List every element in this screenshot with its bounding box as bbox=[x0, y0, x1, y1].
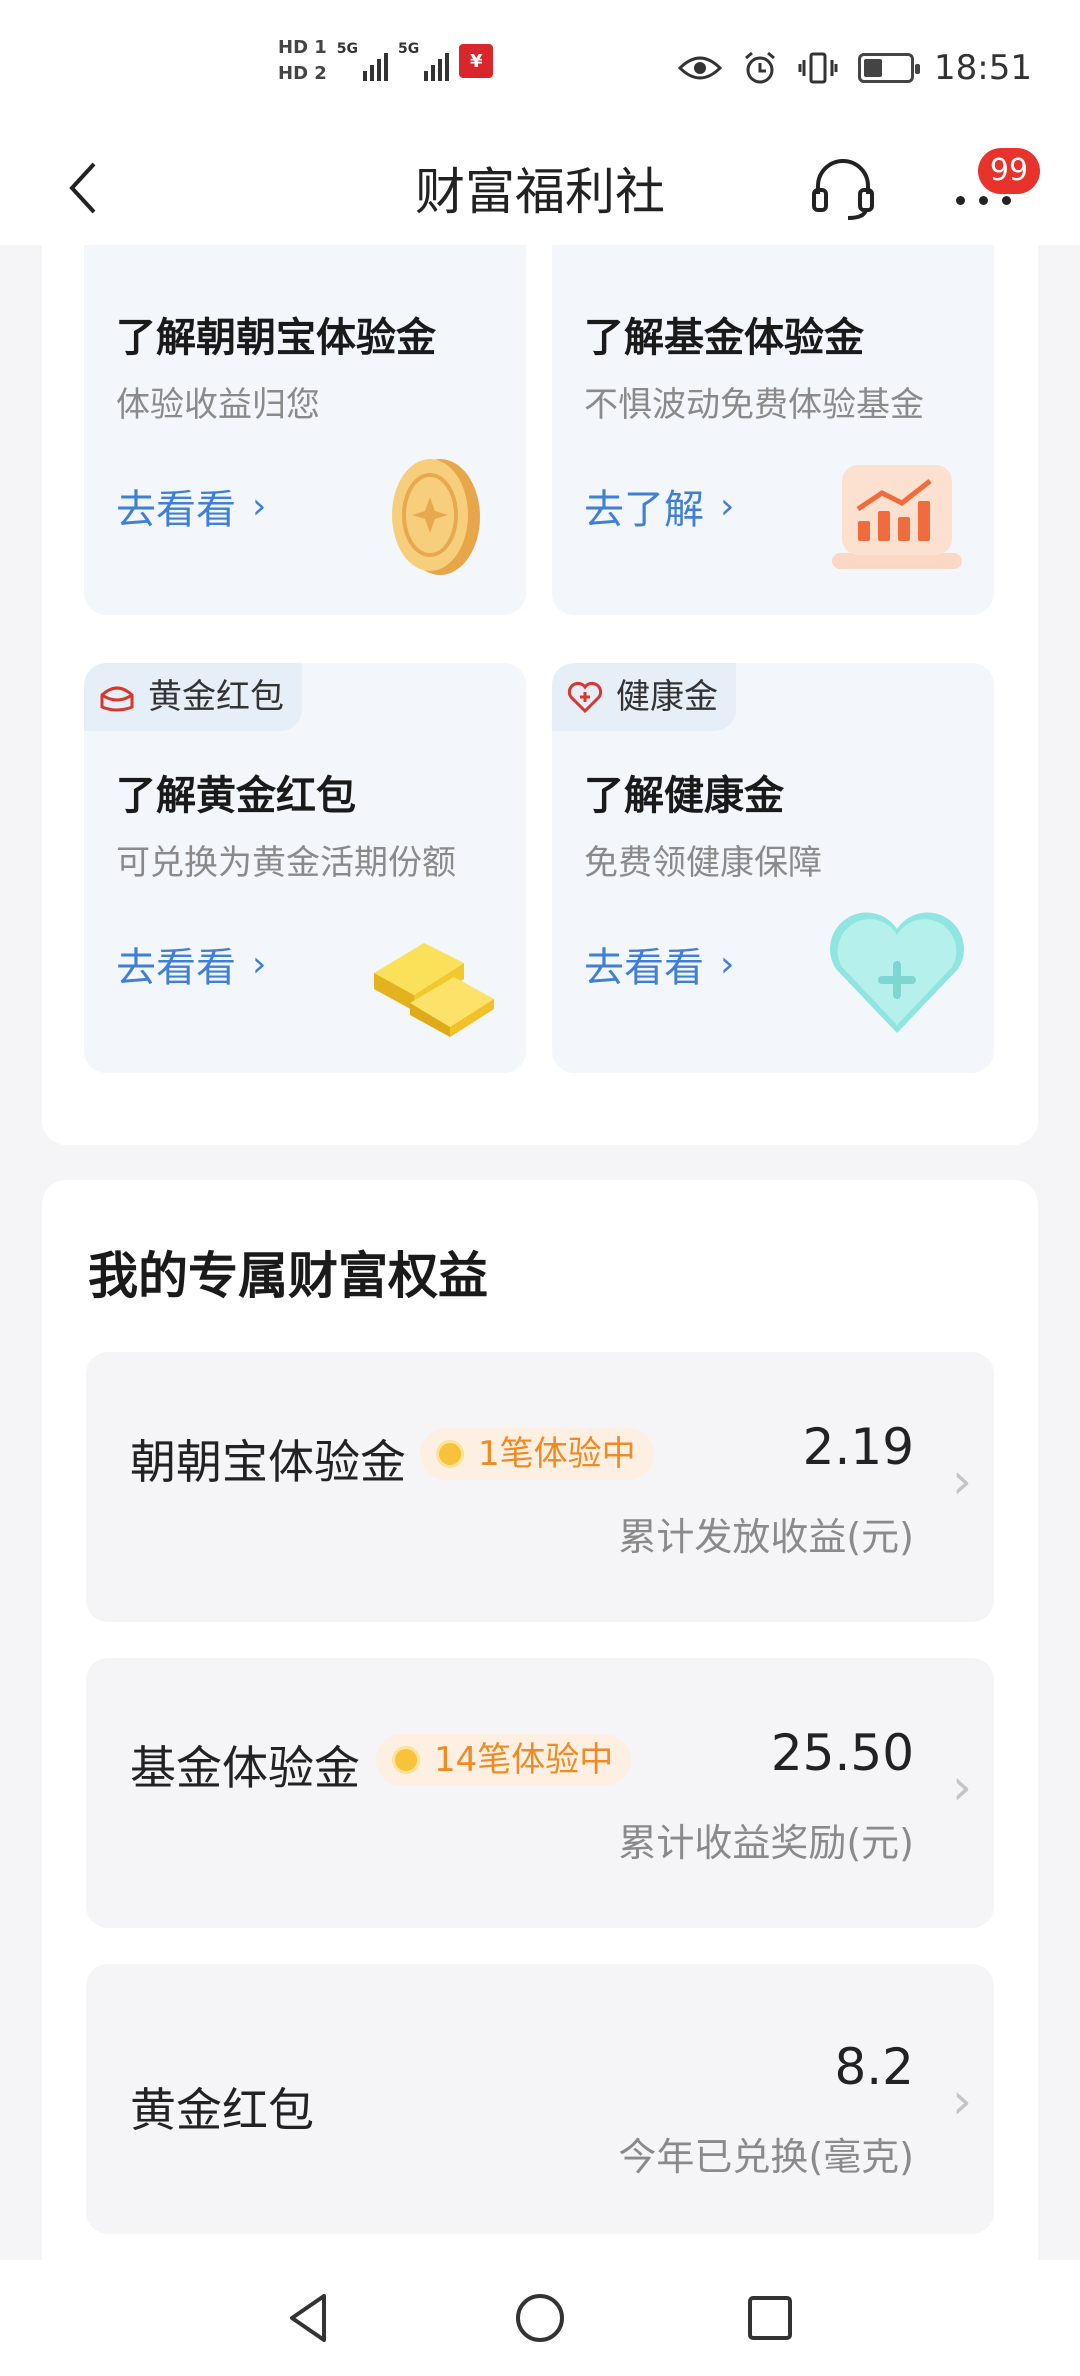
benefit-value: 8.2 bbox=[834, 2038, 914, 2096]
card-health[interactable]: 健康金 了解健康金 免费领健康保障 去看看 › bbox=[552, 663, 994, 1073]
more-menu-button[interactable]: 99 bbox=[950, 148, 1040, 220]
benefit-desc: 今年已兑换(毫克) bbox=[618, 2135, 914, 2179]
scroll-content[interactable]: 了解朝朝宝体验金 体验收益归您 去看看 › 了解基金体验金 不惧波动免费体验基金 … bbox=[0, 245, 1080, 2260]
nav-home-icon[interactable] bbox=[510, 2288, 570, 2348]
card-zhaozhaobao[interactable]: 了解朝朝宝体验金 体验收益归您 去看看 › bbox=[84, 245, 526, 615]
card-link[interactable]: 去看看 › bbox=[116, 477, 266, 535]
card-title: 了解朝朝宝体验金 bbox=[116, 315, 436, 361]
chevron-right-icon: › bbox=[952, 2072, 972, 2130]
benefit-row-gold[interactable]: 黄金红包 8.2 今年已兑换(毫克) › bbox=[86, 1964, 994, 2234]
coin-icon bbox=[436, 1440, 464, 1468]
card-link[interactable]: 去看看 › bbox=[584, 935, 734, 993]
battery-icon bbox=[858, 53, 921, 83]
nav-bar: 财富福利社 99 bbox=[0, 130, 1080, 245]
benefit-value: 2.19 bbox=[802, 1418, 914, 1476]
more-dots-icon bbox=[956, 196, 1011, 205]
clock-time: 18:51 bbox=[934, 48, 1032, 88]
section-title: 我的专属财富权益 bbox=[88, 1247, 488, 1305]
card-subtitle: 免费领健康保障 bbox=[584, 843, 822, 883]
status-pill: 1笔体验中 bbox=[420, 1428, 654, 1480]
card-subtitle: 体验收益归您 bbox=[116, 385, 320, 425]
chevron-right-icon: › bbox=[952, 1758, 972, 1816]
nav-back-icon[interactable] bbox=[280, 2288, 340, 2348]
benefit-desc: 累计发放收益(元) bbox=[618, 1515, 914, 1559]
vibrate-icon bbox=[798, 52, 838, 84]
ecny-icon: ¥ bbox=[459, 44, 494, 78]
notification-badge: 99 bbox=[978, 148, 1040, 194]
eye-icon bbox=[678, 56, 723, 80]
card-fund[interactable]: 了解基金体验金 不惧波动免费体验基金 去了解 › bbox=[552, 245, 994, 615]
card-tag: 黄金红包 bbox=[84, 663, 302, 731]
chart-up-icon bbox=[832, 465, 962, 569]
benefit-name: 基金体验金 bbox=[130, 1741, 360, 1795]
sim-indicators: HD 1 HD 2 bbox=[278, 38, 327, 84]
alarm-icon bbox=[745, 51, 775, 84]
card-link[interactable]: 去了解 › bbox=[584, 477, 734, 535]
status-pill: 14笔体验中 bbox=[376, 1734, 632, 1786]
benefit-desc: 累计收益奖励(元) bbox=[618, 1821, 914, 1865]
system-nav-bar bbox=[0, 2260, 1080, 2376]
heart-plus-icon bbox=[830, 912, 964, 1033]
page-title: 财富福利社 bbox=[415, 163, 665, 221]
card-title: 了解健康金 bbox=[584, 773, 784, 819]
my-benefits-section: 我的专属财富权益 朝朝宝体验金 1笔体验中 2.19 累计发放收益(元) › 基… bbox=[42, 1180, 1038, 2260]
card-title: 了解黄金红包 bbox=[116, 773, 356, 819]
benefit-name: 黄金红包 bbox=[130, 2083, 314, 2137]
card-gold-redpacket[interactable]: 黄金红包 了解黄金红包 可兑换为黄金活期份额 去看看 › bbox=[84, 663, 526, 1073]
signal-icon-2: 5G bbox=[398, 41, 450, 81]
benefit-row-zhaozhaobao[interactable]: 朝朝宝体验金 1笔体验中 2.19 累计发放收益(元) › bbox=[86, 1352, 994, 1622]
chevron-right-icon: › bbox=[952, 1452, 972, 1510]
card-subtitle: 不惧波动免费体验基金 bbox=[584, 385, 924, 425]
customer-service-icon[interactable] bbox=[808, 154, 878, 224]
intro-cards-panel: 了解朝朝宝体验金 体验收益归您 去看看 › 了解基金体验金 不惧波动免费体验基金 … bbox=[42, 245, 1038, 1145]
benefit-name: 朝朝宝体验金 bbox=[130, 1435, 406, 1489]
benefit-value: 25.50 bbox=[770, 1724, 914, 1782]
card-subtitle: 可兑换为黄金活期份额 bbox=[116, 843, 456, 883]
hd1-label: HD 1 bbox=[278, 37, 327, 58]
benefit-row-fund[interactable]: 基金体验金 14笔体验中 25.50 累计收益奖励(元) › bbox=[86, 1658, 994, 1928]
red-packet-icon bbox=[100, 686, 134, 712]
signal-icon: 5G bbox=[337, 41, 389, 81]
nav-recents-icon[interactable] bbox=[740, 2288, 800, 2348]
status-bar: HD 1 HD 2 5G 5G ¥ 18:51 bbox=[0, 0, 1080, 130]
coin-icon bbox=[392, 1746, 420, 1774]
card-title: 了解基金体验金 bbox=[584, 315, 864, 361]
hd2-label: HD 2 bbox=[278, 63, 327, 84]
gold-bar-icon bbox=[374, 943, 494, 1037]
card-link[interactable]: 去看看 › bbox=[116, 935, 266, 993]
heart-plus-small-icon bbox=[567, 681, 603, 714]
card-tag: 健康金 bbox=[552, 663, 736, 731]
gold-coin-icon bbox=[392, 459, 480, 575]
